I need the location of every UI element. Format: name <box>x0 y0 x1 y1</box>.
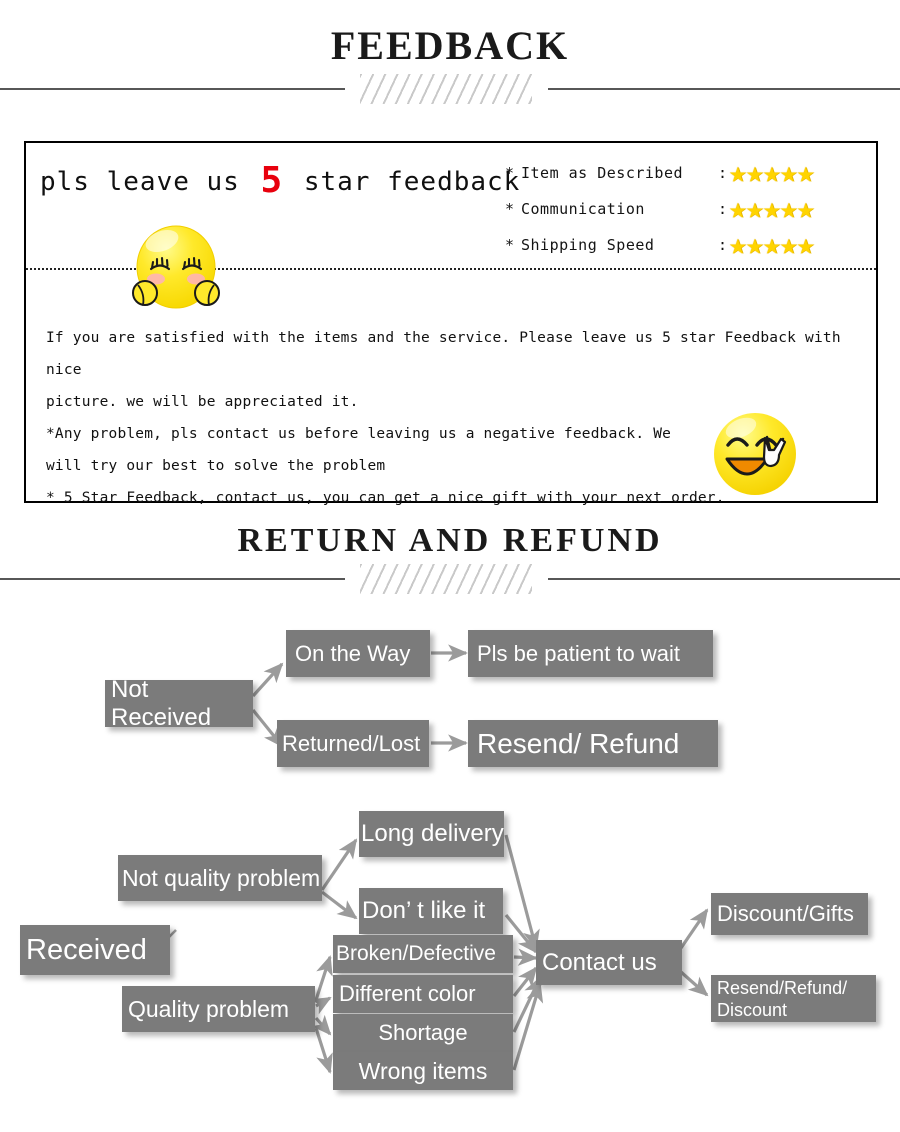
flow-node-not-quality-problem[interactable]: Not quality problem <box>118 855 322 901</box>
flow-node-label: Different color <box>339 981 476 1006</box>
rating-stars: ★★★★★ <box>729 157 814 187</box>
rating-bullet-icon: * <box>505 164 515 182</box>
rating-colon: : <box>718 236 728 254</box>
rating-colon: : <box>718 164 728 182</box>
flow-node-different-color[interactable]: Different color <box>333 975 513 1013</box>
shy-face-emoji <box>131 221 221 317</box>
flow-node-label: Resend/Refund/ Discount <box>717 977 848 1020</box>
flow-node-label: Quality problem <box>128 995 290 1022</box>
flow-node-resend-refund[interactable]: Resend/ Refund <box>468 720 718 767</box>
return-policy-flowchart: Not Received On the Way Pls be patient t… <box>0 600 900 1120</box>
star-icon: ★ <box>745 227 764 261</box>
flow-node-label: Resend/ Refund <box>477 727 680 759</box>
flow-node-label: Received <box>26 933 147 966</box>
flow-node-on-the-way[interactable]: On the Way <box>286 630 430 677</box>
star-icon: ★ <box>745 191 764 225</box>
flow-node-label: Shortage <box>378 1020 468 1045</box>
flow-node-contact-us[interactable]: Contact us <box>536 940 682 985</box>
star-icon: ★ <box>745 155 764 189</box>
flow-node-discount-gifts[interactable]: Discount/Gifts <box>711 893 868 935</box>
flow-node-label: Not quality problem <box>122 864 321 891</box>
rating-bullet-icon: * <box>505 200 515 218</box>
star-icon: ★ <box>796 191 815 225</box>
star-icon: ★ <box>779 155 798 189</box>
star-icon: ★ <box>762 227 781 261</box>
headline-star-count: 5 <box>260 160 284 201</box>
rating-label: Shipping Speed <box>521 236 655 254</box>
star-icon: ★ <box>762 191 781 225</box>
flow-node-returned-lost[interactable]: Returned/Lost <box>277 720 429 767</box>
rating-label: Communication <box>521 200 645 218</box>
page-title-feedback: FEEDBACK <box>330 23 570 68</box>
star-icon: ★ <box>729 191 747 225</box>
flow-node-broken-defective[interactable]: Broken/Defective <box>333 935 513 973</box>
star-icon: ★ <box>729 227 747 261</box>
flow-node-resend-refund-discount[interactable]: Resend/Refund/ Discount <box>711 975 876 1022</box>
flow-node-label: Broken/Defective <box>336 942 496 965</box>
divider-rule-left <box>0 88 345 90</box>
page-title-return-and-refund: RETURN AND REFUND <box>237 522 663 559</box>
flow-node-received[interactable]: Received <box>20 925 170 975</box>
feedback-headline: pls leave us 5 star feedback <box>40 160 520 201</box>
divider-return <box>0 562 900 596</box>
headline-text-before: pls leave us <box>40 167 257 197</box>
flow-node-shortage[interactable]: Shortage <box>333 1014 513 1052</box>
flow-node-label: Pls be patient to wait <box>477 640 681 666</box>
rating-label: Item as Described <box>521 164 684 182</box>
rating-stars: ★★★★★ <box>729 229 814 259</box>
flow-node-label: Discount/Gifts <box>717 901 854 926</box>
headline-text-after: star feedback <box>287 167 521 197</box>
flow-node-pls-be-patient-to-wait[interactable]: Pls be patient to wait <box>468 630 713 677</box>
rating-bullet-icon: * <box>505 236 515 254</box>
rating-stars: ★★★★★ <box>729 193 814 223</box>
peace-sign-smiley-emoji <box>712 411 798 497</box>
flow-node-label: Long delivery <box>361 820 504 847</box>
flow-node-label: Contact us <box>542 948 657 976</box>
flow-node-label: Not Received <box>111 675 212 731</box>
flow-node-label: On the Way <box>295 640 411 666</box>
flow-node-long-delivery[interactable]: Long delivery <box>359 811 504 857</box>
divider-feedback <box>0 72 900 106</box>
star-icon: ★ <box>762 155 781 189</box>
flow-node-not-received[interactable]: Not Received <box>105 676 253 731</box>
flow-node-label: Wrong items <box>358 1057 488 1084</box>
rating-row: * Item as Described : ★★★★★ <box>505 155 870 191</box>
star-icon: ★ <box>729 155 747 189</box>
divider-rule-left <box>0 578 345 580</box>
rating-row: * Communication : ★★★★★ <box>505 191 870 227</box>
divider-hatch <box>360 74 532 104</box>
divider-hatch <box>360 564 532 594</box>
flow-node-wrong-items[interactable]: Wrong items <box>333 1052 513 1090</box>
ratings-list: * Item as Described : ★★★★★ * Communicat… <box>505 155 870 263</box>
divider-rule-right <box>548 88 900 90</box>
star-icon: ★ <box>779 191 798 225</box>
divider-rule-right <box>548 578 900 580</box>
feedback-line: If you are satisfied with the items and … <box>46 330 841 378</box>
star-icon: ★ <box>779 227 798 261</box>
rating-colon: : <box>718 200 728 218</box>
flow-node-quality-problem[interactable]: Quality problem <box>122 986 315 1032</box>
rating-row: * Shipping Speed : ★★★★★ <box>505 227 870 263</box>
star-icon: ★ <box>796 155 815 189</box>
star-icon: ★ <box>796 227 815 261</box>
flow-node-label: Returned/Lost <box>282 730 421 756</box>
flow-node-dont-like-it[interactable]: Don’ t like it <box>359 888 503 934</box>
flow-node-label: Don’ t like it <box>362 897 486 924</box>
